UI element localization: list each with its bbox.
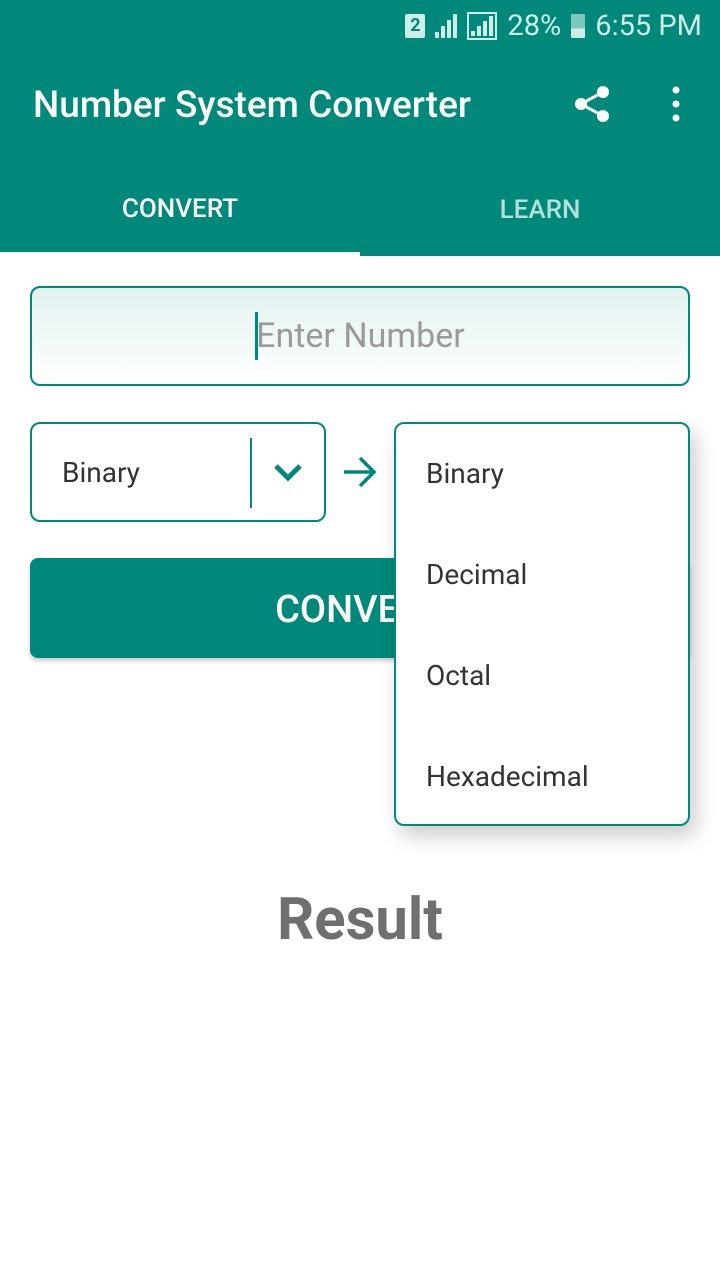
more-vert-icon[interactable] (666, 86, 686, 122)
battery-percent: 28% (507, 9, 562, 43)
signal-icon (435, 14, 458, 38)
chevron-down-icon (274, 464, 302, 482)
from-base-select[interactable]: Binary (30, 422, 326, 522)
app-title: Number System Converter (33, 84, 471, 127)
clock: 6:55 PM (595, 9, 702, 43)
result-label: Result (277, 886, 443, 954)
option-octal[interactable]: Octal (396, 626, 688, 727)
signal-2-icon (467, 12, 498, 40)
battery-icon (571, 14, 586, 38)
sim-icon: 2 (405, 14, 426, 38)
share-icon[interactable] (572, 84, 612, 124)
tab-learn[interactable]: LEARN (360, 170, 720, 250)
option-decimal[interactable]: Decimal (396, 525, 688, 626)
app-bar: 2 28% 6:55 PM Number System Converter CO… (0, 0, 720, 256)
number-input[interactable]: Enter Number (30, 286, 690, 386)
to-base-dropdown: Binary Decimal Octal Hexadecimal (394, 422, 690, 826)
status-bar: 2 28% 6:55 PM (405, 8, 702, 44)
option-binary[interactable]: Binary (396, 424, 688, 525)
option-hexadecimal[interactable]: Hexadecimal (396, 727, 688, 828)
from-base-value: Binary (62, 456, 140, 489)
tab-convert[interactable]: CONVERT (0, 170, 360, 256)
arrow-right-icon (344, 456, 377, 488)
divider (250, 438, 252, 508)
number-input-placeholder: Enter Number (256, 316, 465, 356)
